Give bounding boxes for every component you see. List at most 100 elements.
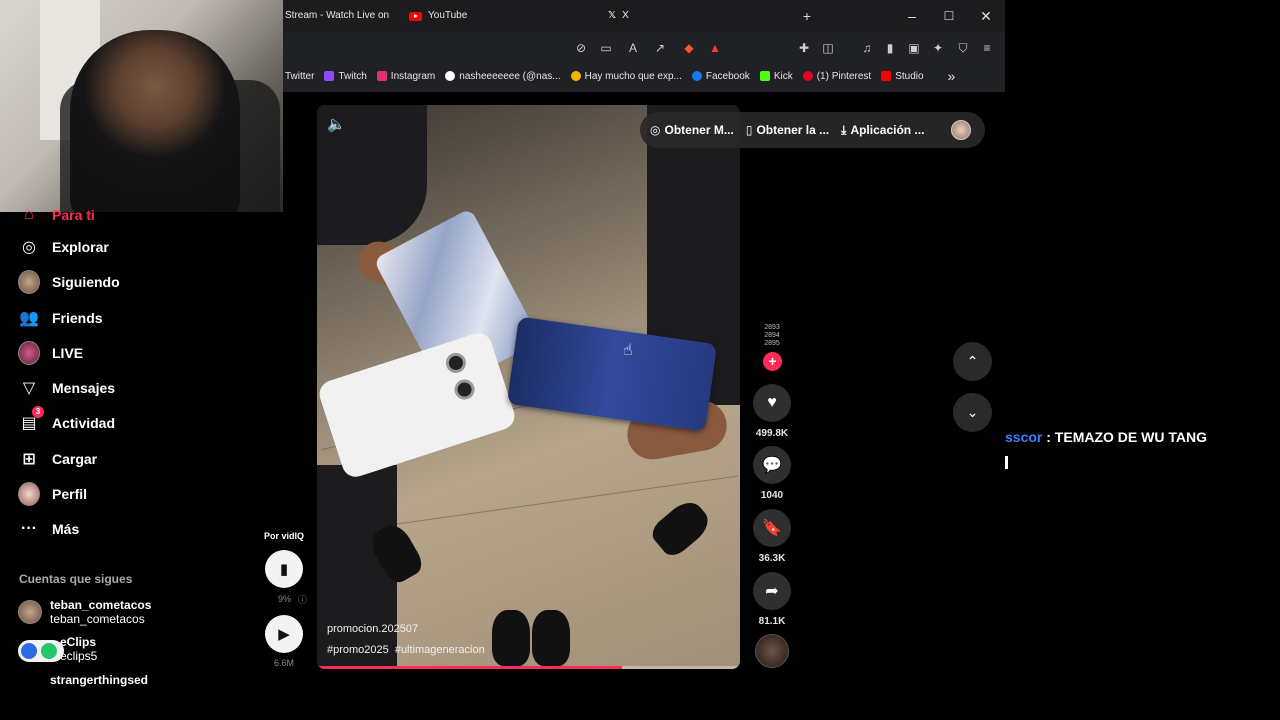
upload-icon: ⊞ — [22, 451, 36, 468]
tab-youtube[interactable]: YouTube — [409, 4, 467, 28]
brave-shield-icon[interactable]: ◆ — [681, 40, 697, 56]
sidebar-item-para-ti[interactable]: ⌂ Para ti — [18, 204, 95, 226]
screenshot-icon[interactable]: ◫ — [820, 40, 836, 56]
bookmark-twitch[interactable]: Twitch — [324, 71, 367, 82]
video-progress-bar[interactable] — [317, 666, 740, 669]
share-button[interactable]: ➦ — [753, 572, 791, 610]
shoe — [647, 495, 715, 561]
video-hashtags[interactable]: #promo2025 #ultimageneracion — [327, 644, 485, 656]
bookmark-tiktok[interactable]: nasheeeeeee (@nas... — [445, 71, 561, 82]
sidebar-item-live[interactable]: LIVE — [18, 341, 83, 365]
bookmark-twitter[interactable]: Twitter — [285, 71, 314, 82]
maximize-button[interactable]: ☐ — [939, 6, 959, 26]
wallet-icon[interactable]: ▣ — [906, 40, 922, 56]
vidiq-label: Por vidIQ — [264, 531, 305, 541]
following-account[interactable]: eClips eclips5 — [60, 635, 97, 663]
notification-badge: 3 — [32, 406, 44, 418]
bookmark-kick[interactable]: Kick — [759, 71, 793, 82]
bookmark-icon: 🔖 — [762, 520, 782, 537]
following-section-title: Cuentas que sigues — [19, 572, 133, 586]
get-app-pill[interactable]: ▯ Obtener la ... — [746, 123, 829, 137]
close-button[interactable]: ✕ — [976, 6, 996, 26]
sidebar-item-siguiendo[interactable]: Siguiendo — [18, 270, 120, 294]
leo-ai-icon[interactable]: ✦ — [930, 40, 946, 56]
stacked-counter: 2893 2894 2895 — [764, 324, 780, 347]
phone-camera — [451, 376, 478, 403]
like-button[interactable]: ♥ — [753, 384, 791, 422]
sidebar-item-friends[interactable]: 👥 Friends — [18, 307, 103, 329]
send-icon: ▽ — [22, 380, 36, 397]
chat-username: sscor — [1005, 429, 1043, 445]
phone-icon: ▯ — [745, 123, 753, 137]
cast-icon[interactable]: ▭ — [598, 40, 614, 56]
avatar — [18, 482, 40, 506]
info-icon[interactable]: ⓘ — [298, 593, 307, 606]
vidiq-stats-button[interactable]: ▮ — [265, 550, 303, 588]
get-music-pill[interactable]: ◎ Obtener M... — [650, 123, 734, 137]
following-account[interactable]: teban_cometacos teban_cometacos — [18, 598, 151, 626]
vidiq-views: 6.6M — [274, 658, 295, 668]
bookmarks-bar: Twitter Twitch Instagram nasheeeeeee (@n… — [283, 64, 1005, 88]
sidebar-item-mensajes[interactable]: ▽ Mensajes — [18, 377, 115, 399]
bookmark-hay-mucho[interactable]: Hay mucho que exp... — [570, 71, 682, 82]
video-player[interactable]: 🔈 promocion.202507 #promo2025 #ultimagen… — [317, 105, 740, 669]
sidebar-item-actividad[interactable]: ▤ 3 Actividad — [18, 406, 115, 434]
bookmark-pinterest[interactable]: (1) Pinterest — [802, 71, 871, 82]
extension-toggle[interactable] — [18, 640, 64, 662]
mute-site-icon[interactable]: ⊘ — [573, 40, 589, 56]
more-icon: ··· — [21, 520, 37, 537]
brave-rewards-icon[interactable]: ▲ — [707, 40, 723, 56]
more-bookmarks-button[interactable]: » — [948, 68, 956, 84]
sidebar-item-explorar[interactable]: ◎ Explorar — [18, 236, 109, 258]
sidebar-item-mas[interactable]: ··· Más — [18, 518, 79, 540]
phone-camera — [443, 350, 469, 376]
tab-stream[interactable]: Stream - Watch Live on — [285, 4, 389, 28]
play-button[interactable]: ▶ — [265, 615, 303, 653]
music-avatar[interactable] — [755, 634, 789, 668]
comment-button[interactable]: 💬 — [753, 446, 791, 484]
avatar — [18, 600, 42, 624]
chrome-icon — [570, 71, 581, 81]
new-tab-button[interactable]: + — [797, 6, 817, 26]
chat-message: sscor : TEMAZO DE WU TANG — [1005, 429, 1207, 445]
sidebar-item-cargar[interactable]: ⊞ Cargar — [18, 448, 97, 470]
next-video-button[interactable]: ⌄ — [953, 393, 992, 432]
menu-icon[interactable]: ≡ — [979, 40, 995, 56]
chat-text: : TEMAZO DE WU TANG — [1042, 429, 1207, 445]
bookmark-instagram[interactable]: Instagram — [376, 71, 435, 82]
video-username[interactable]: promocion.202507 — [327, 623, 418, 635]
bookmark-facebook[interactable]: Facebook — [691, 71, 750, 82]
inbox-icon: ▤ 3 — [18, 406, 44, 434]
translate-icon[interactable]: A — [625, 40, 641, 56]
sidebar-icon[interactable]: ▮ — [882, 40, 898, 56]
tab-x[interactable]: 𝕏 X — [608, 4, 629, 28]
follow-plus-button[interactable]: + — [763, 352, 782, 371]
kick-icon — [759, 71, 770, 81]
following-avatar-icon — [18, 270, 40, 294]
following-account[interactable]: strangerthingsed — [50, 673, 148, 687]
previous-video-button[interactable]: ⌃ — [953, 342, 992, 381]
share-icon[interactable]: ↗ — [652, 40, 668, 56]
power-icon — [41, 643, 57, 659]
live-avatar-icon — [18, 341, 40, 365]
vpn-icon[interactable]: ⛉ — [955, 40, 971, 56]
play-icon: ▶ — [278, 626, 290, 643]
music-icon[interactable]: ♫ — [859, 40, 875, 56]
heart-icon: ♥ — [767, 394, 777, 411]
save-button[interactable]: 🔖 — [753, 509, 791, 547]
avatar — [18, 270, 40, 294]
pinterest-icon — [802, 71, 813, 81]
minimize-button[interactable]: – — [902, 6, 922, 26]
extensions-icon[interactable]: ✚ — [796, 40, 812, 56]
bookmark-studio[interactable]: Studio — [881, 71, 924, 82]
tab-label: YouTube — [428, 10, 468, 21]
chat-cursor — [1005, 456, 1008, 469]
youtube-icon — [409, 11, 422, 21]
mouse-cursor: ☝ — [623, 342, 633, 359]
comment-icon: 💬 — [762, 457, 782, 474]
sidebar-item-perfil[interactable]: Perfil — [18, 482, 87, 506]
video-overlay-pills: ◎ Obtener M... ▯ Obtener la ... ⤓ Aplicació… — [640, 112, 985, 148]
volume-icon[interactable]: 🔈 — [327, 115, 349, 137]
avatar[interactable] — [951, 120, 971, 140]
download-app-pill[interactable]: ⤓ Aplicación ... — [841, 123, 924, 138]
